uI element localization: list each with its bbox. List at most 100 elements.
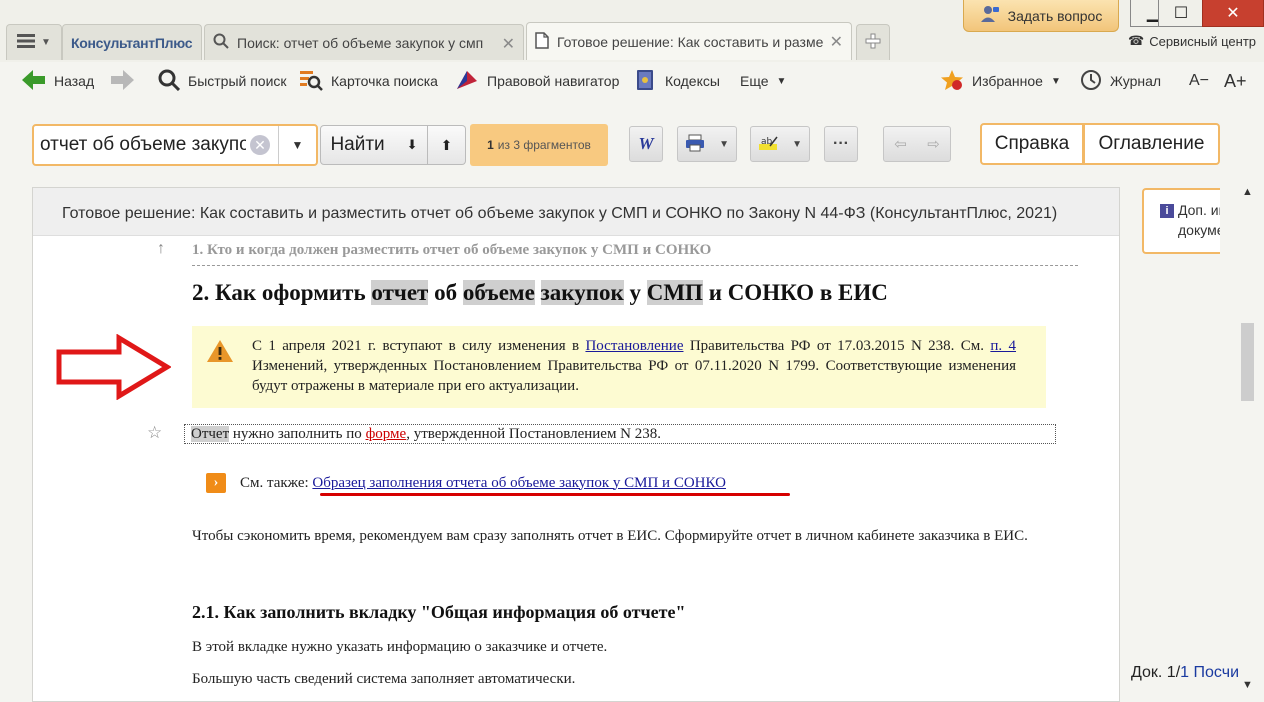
- help-label: Справка: [994, 133, 1070, 154]
- warning-part: Правительства РФ от 17.03.2015 N 238. См…: [689, 338, 985, 354]
- chevron-down-icon: ▼: [719, 138, 729, 150]
- more-menu-button[interactable]: Еще ▼: [740, 62, 786, 100]
- ask-question-button[interactable]: Задать вопрос: [963, 0, 1119, 32]
- heading-part: об: [434, 280, 458, 305]
- highlight-button[interactable]: ab ▼: [750, 126, 810, 162]
- annotation-underline: [320, 493, 790, 496]
- highlighter-icon: ab: [758, 134, 778, 155]
- chevron-down-icon: ▼: [792, 138, 802, 150]
- search-card-label: Карточка поиска: [331, 73, 438, 89]
- clause-link[interactable]: п. 4: [990, 338, 1016, 354]
- menu-tab[interactable]: ▼: [6, 24, 62, 60]
- service-center-link[interactable]: ☎ Сервисный центр: [1128, 33, 1256, 49]
- favorites-button[interactable]: Избранное ▼: [940, 62, 1061, 100]
- prev-arrow-icon[interactable]: ⇦: [894, 135, 907, 153]
- document-title: Готовое решение: Как составить и размест…: [33, 188, 1119, 236]
- journal-button[interactable]: Журнал: [1080, 62, 1161, 100]
- ask-question-label: Задать вопрос: [1007, 7, 1103, 24]
- more-options-button[interactable]: ···: [824, 126, 858, 162]
- arrow-up-icon: ⬆: [440, 136, 453, 153]
- document-info-card[interactable]: i Доп. информация документа: [1142, 188, 1220, 254]
- info-line: документа: [1178, 222, 1220, 238]
- warning-part: Изменений, утвержденных Постановлением П…: [252, 358, 1016, 394]
- codes-book-icon: [635, 69, 657, 94]
- paragraph: Чтобы сэкономить время, рекомендуем вам …: [192, 528, 1028, 544]
- forward-button[interactable]: [110, 62, 134, 100]
- font-increase-button[interactable]: A+: [1224, 62, 1247, 100]
- form-link[interactable]: форме: [366, 426, 407, 442]
- plus-icon: [865, 33, 881, 52]
- warning-icon: [206, 339, 234, 368]
- search-hit: отчет: [371, 280, 429, 305]
- journal-label: Журнал: [1110, 73, 1162, 89]
- text-part: , утвержденной Постановлением N 238.: [406, 426, 662, 442]
- scroll-thumb[interactable]: [1241, 323, 1254, 401]
- clear-search-icon[interactable]: ✕: [250, 135, 270, 155]
- contents-button[interactable]: Оглавление: [1084, 123, 1220, 165]
- tab-document[interactable]: Готовое решение: Как составить и разме ✕: [526, 22, 852, 60]
- document-search-input[interactable]: [40, 134, 246, 156]
- sample-report-link[interactable]: Образец заполнения отчета об объеме заку…: [312, 475, 726, 491]
- chevron-down-icon: ▼: [1050, 75, 1061, 87]
- star-icon: [940, 69, 964, 94]
- next-arrow-icon[interactable]: ⇨: [927, 135, 940, 153]
- heading-part: и СОНКО в ЕИС: [708, 280, 888, 305]
- search-card-icon: [299, 69, 323, 94]
- tab-search[interactable]: Поиск: отчет об объеме закупок у смп ✕: [204, 24, 524, 60]
- close-window-button[interactable]: ✕: [1202, 0, 1264, 27]
- bookmark-star-icon[interactable]: ☆: [147, 423, 162, 443]
- section-heading: 2. Как оформить отчет об объеме закупок …: [192, 280, 888, 306]
- scroll-up-icon[interactable]: ▲: [1242, 186, 1253, 198]
- search-history-dropdown[interactable]: ▼: [278, 126, 316, 164]
- print-button[interactable]: ▼: [677, 126, 737, 162]
- doc-tab-label: Готовое решение: Как составить и разме: [557, 33, 824, 50]
- search-hit: закупок: [540, 280, 624, 305]
- quick-search-button[interactable]: Быстрый поиск: [158, 62, 287, 100]
- favorites-label: Избранное: [972, 73, 1043, 89]
- close-icon[interactable]: ✕: [502, 34, 515, 54]
- consultant-icon: [980, 5, 1000, 26]
- phone-icon: ☎: [1128, 33, 1145, 48]
- hamburger-icon: [17, 34, 36, 51]
- arrow-down-icon: ⬇: [406, 137, 418, 152]
- font-increase-label: A+: [1224, 70, 1247, 91]
- back-button[interactable]: Назад: [22, 62, 94, 100]
- export-word-button[interactable]: W: [629, 126, 663, 162]
- back-label: Назад: [54, 73, 95, 89]
- font-decrease-button[interactable]: A−: [1189, 62, 1209, 100]
- document-scrollbar[interactable]: ▲ ▼: [1239, 186, 1257, 695]
- find-next-button[interactable]: Найти ⬇: [320, 125, 428, 165]
- legal-navigator-label: Правовой навигатор: [487, 73, 620, 89]
- doc-total: 1: [1180, 664, 1190, 681]
- new-tab-button[interactable]: [856, 24, 890, 60]
- warning-text: С 1 апреля 2021 г. вступают в силу измен…: [252, 336, 1016, 396]
- navigator-icon: [455, 69, 479, 94]
- close-icon[interactable]: ✕: [830, 32, 843, 52]
- font-decrease-label: A−: [1189, 72, 1210, 89]
- fragment-text: из 3 фрагментов: [497, 138, 591, 152]
- search-hit: объеме: [462, 280, 535, 305]
- nav-arrows-group: ⇦ ⇨: [883, 126, 951, 162]
- find-previous-button[interactable]: ⬆: [428, 125, 466, 165]
- document-search-box: ✕ ▼: [32, 124, 318, 166]
- heading-part: у: [629, 280, 641, 305]
- legal-navigator-button[interactable]: Правовой навигатор: [455, 62, 619, 100]
- chevron-down-icon: ▼: [776, 75, 787, 87]
- chevron-down-icon: ▼: [41, 37, 51, 48]
- decree-link[interactable]: Постановление: [585, 338, 683, 354]
- fragment-counter: 1 из 3 фрагментов: [470, 124, 608, 166]
- previous-section-link[interactable]: 1. Кто и когда должен разместить отчет о…: [192, 242, 1078, 266]
- service-center-label: Сервисный центр: [1149, 33, 1257, 49]
- quick-search-label: Быстрый поиск: [188, 73, 287, 89]
- count-link[interactable]: Посчитать: [1194, 664, 1239, 681]
- up-arrow-icon[interactable]: ↑: [157, 240, 165, 258]
- tab-brand[interactable]: КонсультантПлюс: [62, 24, 202, 60]
- codes-button[interactable]: Кодексы: [635, 62, 720, 100]
- text-part: нужно заполнить по: [232, 426, 362, 442]
- help-button[interactable]: Справка: [980, 123, 1084, 165]
- scroll-down-icon[interactable]: ▼: [1242, 679, 1253, 691]
- maximize-button[interactable]: ☐: [1158, 0, 1204, 27]
- printer-icon: [685, 134, 705, 155]
- search-card-button[interactable]: Карточка поиска: [299, 62, 438, 100]
- search-hit: Отчет: [191, 426, 230, 442]
